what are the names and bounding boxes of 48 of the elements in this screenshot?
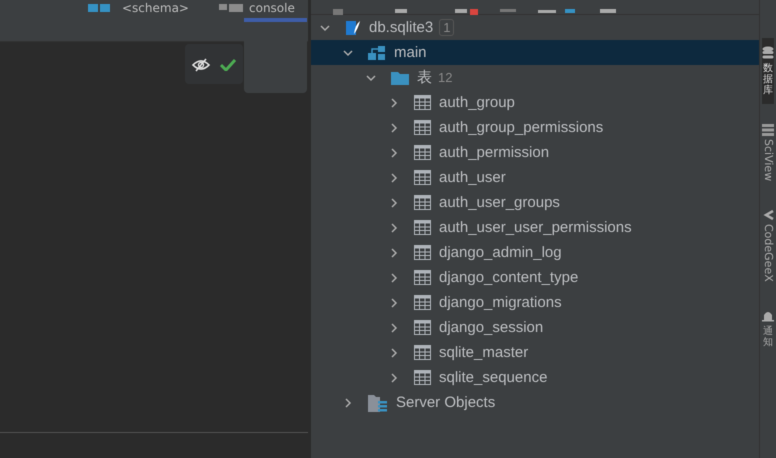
feather-database-icon (345, 20, 361, 36)
tool-window-tab[interactable]: 数据库 (762, 38, 774, 104)
tree-item[interactable]: auth_group (439, 94, 515, 111)
tool-window-tab[interactable]: SciView (762, 116, 774, 190)
tree-item[interactable]: django_session (439, 319, 544, 336)
tree-item[interactable]: auth_user_groups (439, 194, 560, 211)
server-folder-icon (368, 394, 388, 412)
item-count: 12 (438, 70, 452, 85)
eye-slash-icon[interactable] (192, 58, 210, 72)
schema-icon (368, 44, 386, 60)
console-icon (219, 4, 245, 12)
table-icon (414, 120, 431, 135)
tree-item[interactable]: django_content_type (439, 269, 578, 286)
tree-item[interactable]: sqlite_master (439, 344, 528, 361)
table-icon (414, 345, 431, 360)
tool-window-tab[interactable]: CodeGeeX (762, 201, 774, 290)
bell-icon (762, 310, 774, 323)
tree-item[interactable]: main (394, 44, 427, 61)
table-icon (414, 170, 431, 185)
tree-item[interactable]: auth_group_permissions (439, 119, 604, 136)
tree-item[interactable]: auth_permission (439, 144, 550, 161)
table-icon (414, 370, 431, 385)
tree-item[interactable]: sqlite_sequence (439, 369, 548, 386)
table-icon (414, 220, 431, 235)
tree-item[interactable]: db.sqlite3 (369, 19, 434, 36)
table-icon (414, 320, 431, 335)
tree-item[interactable]: django_migrations (439, 294, 562, 311)
count-badge: 1 (439, 19, 454, 36)
selected-row[interactable]: main (311, 40, 759, 65)
table-icon (414, 245, 431, 260)
tree-item[interactable]: auth_user (439, 169, 506, 186)
folder-icon (391, 70, 409, 84)
editor-tab[interactable]: <schema> (122, 1, 189, 15)
table-icon (414, 95, 431, 110)
table-icon (414, 195, 431, 210)
check-icon[interactable] (220, 59, 236, 71)
table-icon (414, 145, 431, 160)
tree-item[interactable]: auth_user_user_permissions (439, 219, 632, 236)
codegeex-logo-icon (762, 209, 774, 222)
tree-item[interactable]: Server Objects (396, 394, 496, 411)
tool-window-tab[interactable]: 通知 (762, 302, 774, 356)
tree-item[interactable]: django_admin_log (439, 244, 562, 261)
list-icon (762, 124, 774, 136)
editor-tab[interactable]: console (249, 1, 295, 15)
table-icon (414, 270, 431, 285)
table-icon (414, 295, 431, 310)
tree-item[interactable]: 表 (417, 68, 432, 87)
database-icon (762, 46, 774, 60)
